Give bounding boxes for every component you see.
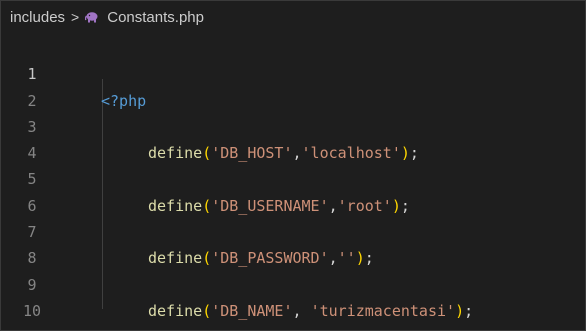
line-content: define('DB_NAME', 'turizmacentasi'); xyxy=(148,298,473,324)
php-elephant-icon xyxy=(85,12,98,23)
code-line: 6 xyxy=(1,166,585,215)
code-line: 10 xyxy=(1,272,585,320)
open-paren: ( xyxy=(202,301,212,320)
string-literal: 'DB_NAME' xyxy=(211,301,293,320)
code-line: 8 xyxy=(1,219,585,267)
close-paren: ) xyxy=(455,301,465,320)
code-line: 2 xyxy=(1,61,585,110)
code-line: 3 define('DB_HOST','localhost'); xyxy=(1,88,585,162)
semicolon: ; xyxy=(464,301,474,320)
code-line: 9 define('DB_NAME', 'turizmacentasi'); xyxy=(1,245,585,320)
breadcrumb-folder[interactable]: includes xyxy=(10,9,65,26)
string-literal: 'turizmacentasi' xyxy=(310,301,456,320)
function-name: define xyxy=(148,301,203,320)
line-number: 10 xyxy=(22,301,42,320)
breadcrumb: includes > Constants.php xyxy=(10,5,204,29)
breadcrumb-separator: > xyxy=(71,9,80,25)
code-area[interactable]: 1 <?php 2 3 define('DB_HOST','localhost'… xyxy=(1,35,585,320)
code-line: 4 xyxy=(1,114,585,162)
breadcrumb-file[interactable]: Constants.php xyxy=(107,9,204,26)
comma: , xyxy=(292,301,311,320)
code-line: 5 define('DB_USERNAME','root'); xyxy=(1,140,585,214)
code-editor[interactable]: includes > Constants.php 1 <?php 2 3 def… xyxy=(0,0,586,331)
code-line: 1 <?php xyxy=(1,35,585,109)
code-line: 7 define('DB_PASSWORD',''); xyxy=(1,193,585,267)
